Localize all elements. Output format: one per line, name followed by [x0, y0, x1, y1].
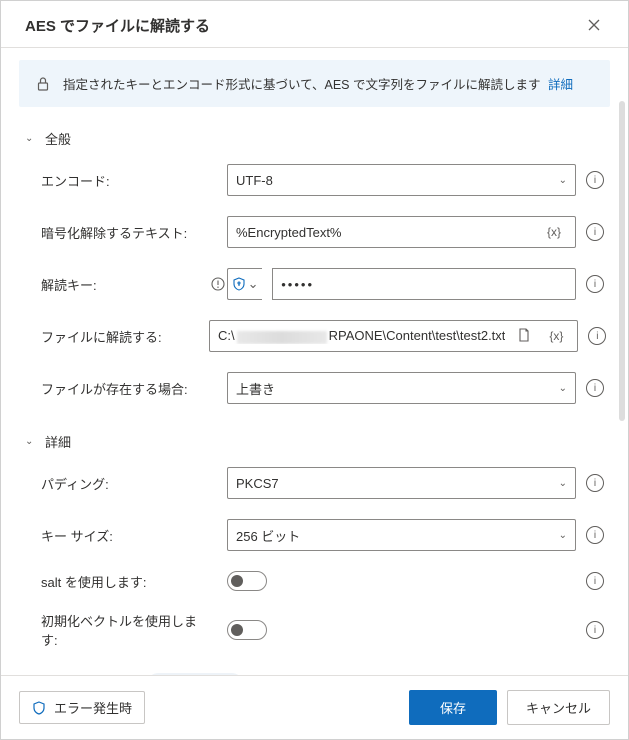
section-advanced-label: 詳細 [45, 432, 71, 451]
row-use-salt: salt を使用します: i [1, 561, 628, 601]
row-key: 解読キー: ⌄ ••••• i [1, 258, 628, 310]
info-icon[interactable]: i [586, 379, 604, 397]
close-button[interactable] [580, 11, 608, 39]
label-key-size: キー サイズ: [41, 526, 209, 545]
chevron-down-icon: ⌄ [559, 383, 567, 394]
info-icon[interactable]: i [586, 171, 604, 189]
dialog-header: AES でファイルに解読する [1, 1, 628, 48]
row-encrypted-text: 暗号化解除するテキスト: %EncryptedText% {x} i [1, 206, 628, 258]
label-if-exists: ファイルが存在する場合: [41, 379, 209, 398]
details-link[interactable]: 詳細 [548, 78, 573, 92]
section-generated[interactable]: › 生成された変数 DecryptedFile [1, 659, 628, 675]
label-padding: パディング: [41, 474, 209, 493]
info-icon[interactable]: i [586, 223, 604, 241]
banner-message: 指定されたキーとエンコード形式に基づいて、AES で文字列をファイルに解読します [63, 78, 541, 92]
to-file-value: C:\ RPAONE\Content\test\test2.txt [218, 328, 505, 343]
variable-picker-icon[interactable]: {x} [541, 225, 567, 239]
dialog-body: ⌄ 全般 エンコード: UTF-8 ⌄ i 暗号化解除するテキスト: %Encr… [1, 107, 628, 675]
info-icon[interactable]: i [588, 327, 606, 345]
on-error-button[interactable]: エラー発生時 [19, 691, 145, 724]
cancel-button[interactable]: キャンセル [507, 690, 610, 725]
chevron-down-icon: ⌄ [25, 436, 37, 447]
info-icon[interactable]: i [586, 526, 604, 544]
key-size-value: 256 ビット [236, 526, 559, 545]
key-size-select[interactable]: 256 ビット ⌄ [227, 519, 576, 551]
row-use-iv: 初期化ベクトルを使用します: i [1, 601, 628, 659]
section-general-label: 全般 [45, 129, 71, 148]
shield-icon [232, 277, 246, 291]
label-encoding: エンコード: [41, 171, 209, 190]
file-picker-icon[interactable] [511, 328, 537, 345]
if-exists-value: 上書き [236, 379, 559, 398]
encrypted-text-input[interactable]: %EncryptedText% {x} [227, 216, 576, 248]
banner-text: 指定されたキーとエンコード形式に基づいて、AES で文字列をファイルに解読します… [63, 74, 573, 93]
use-salt-toggle[interactable] [227, 571, 267, 591]
lock-icon [35, 76, 51, 92]
chevron-down-icon: ⌄ [559, 478, 567, 489]
dialog-title: AES でファイルに解読する [25, 15, 210, 36]
key-value: ••••• [281, 277, 567, 292]
row-if-exists: ファイルが存在する場合: 上書き ⌄ i [1, 362, 628, 414]
chevron-down-icon: ⌄ [248, 276, 259, 292]
to-file-input[interactable]: C:\ RPAONE\Content\test\test2.txt {x} [209, 320, 578, 352]
dialog-footer: エラー発生時 保存 キャンセル [1, 675, 628, 739]
info-icon[interactable]: i [586, 474, 604, 492]
encoding-select[interactable]: UTF-8 ⌄ [227, 164, 576, 196]
chevron-down-icon: ⌄ [559, 530, 567, 541]
if-exists-select[interactable]: 上書き ⌄ [227, 372, 576, 404]
label-key: 解読キー: [41, 275, 209, 294]
label-use-iv: 初期化ベクトルを使用します: [41, 611, 209, 649]
padding-select[interactable]: PKCS7 ⌄ [227, 467, 576, 499]
shield-outline-icon [32, 701, 46, 715]
row-encoding: エンコード: UTF-8 ⌄ i [1, 154, 628, 206]
footer-button-group: 保存 キャンセル [409, 690, 610, 725]
label-encrypted-text: 暗号化解除するテキスト: [41, 223, 209, 242]
close-icon [588, 19, 600, 31]
section-advanced[interactable]: ⌄ 詳細 [1, 414, 628, 457]
encoding-value: UTF-8 [236, 173, 559, 188]
info-icon[interactable]: i [586, 275, 604, 293]
variable-picker-icon[interactable]: {x} [543, 329, 569, 343]
save-button[interactable]: 保存 [409, 690, 497, 725]
scrollbar[interactable] [619, 101, 625, 421]
chevron-down-icon: ⌄ [559, 175, 567, 186]
info-banner: 指定されたキーとエンコード形式に基づいて、AES で文字列をファイルに解読します… [19, 60, 610, 107]
info-icon[interactable]: i [586, 572, 604, 590]
info-icon[interactable]: i [586, 621, 604, 639]
row-key-size: キー サイズ: 256 ビット ⌄ i [1, 509, 628, 561]
to-file-suffix: RPAONE\Content\test\test2.txt [329, 328, 506, 343]
key-input[interactable]: ••••• [272, 268, 576, 300]
label-to-file: ファイルに解読する: [41, 327, 209, 346]
label-use-salt: salt を使用します: [41, 572, 209, 591]
encrypted-text-value: %EncryptedText% [236, 225, 535, 240]
row-to-file: ファイルに解読する: C:\ RPAONE\Content\test\test2.… [1, 310, 628, 362]
key-source-button[interactable]: ⌄ [227, 268, 262, 300]
section-general[interactable]: ⌄ 全般 [1, 123, 628, 154]
use-iv-toggle[interactable] [227, 620, 267, 640]
padding-value: PKCS7 [236, 476, 559, 491]
dialog: AES でファイルに解読する 指定されたキーとエンコード形式に基づいて、AES … [1, 1, 628, 739]
chevron-down-icon: ⌄ [25, 133, 37, 144]
on-error-label: エラー発生時 [54, 698, 132, 717]
to-file-prefix: C:\ [218, 328, 235, 343]
redacted-segment [237, 331, 327, 344]
alert-icon [211, 277, 225, 291]
row-padding: パディング: PKCS7 ⌄ i [1, 457, 628, 509]
